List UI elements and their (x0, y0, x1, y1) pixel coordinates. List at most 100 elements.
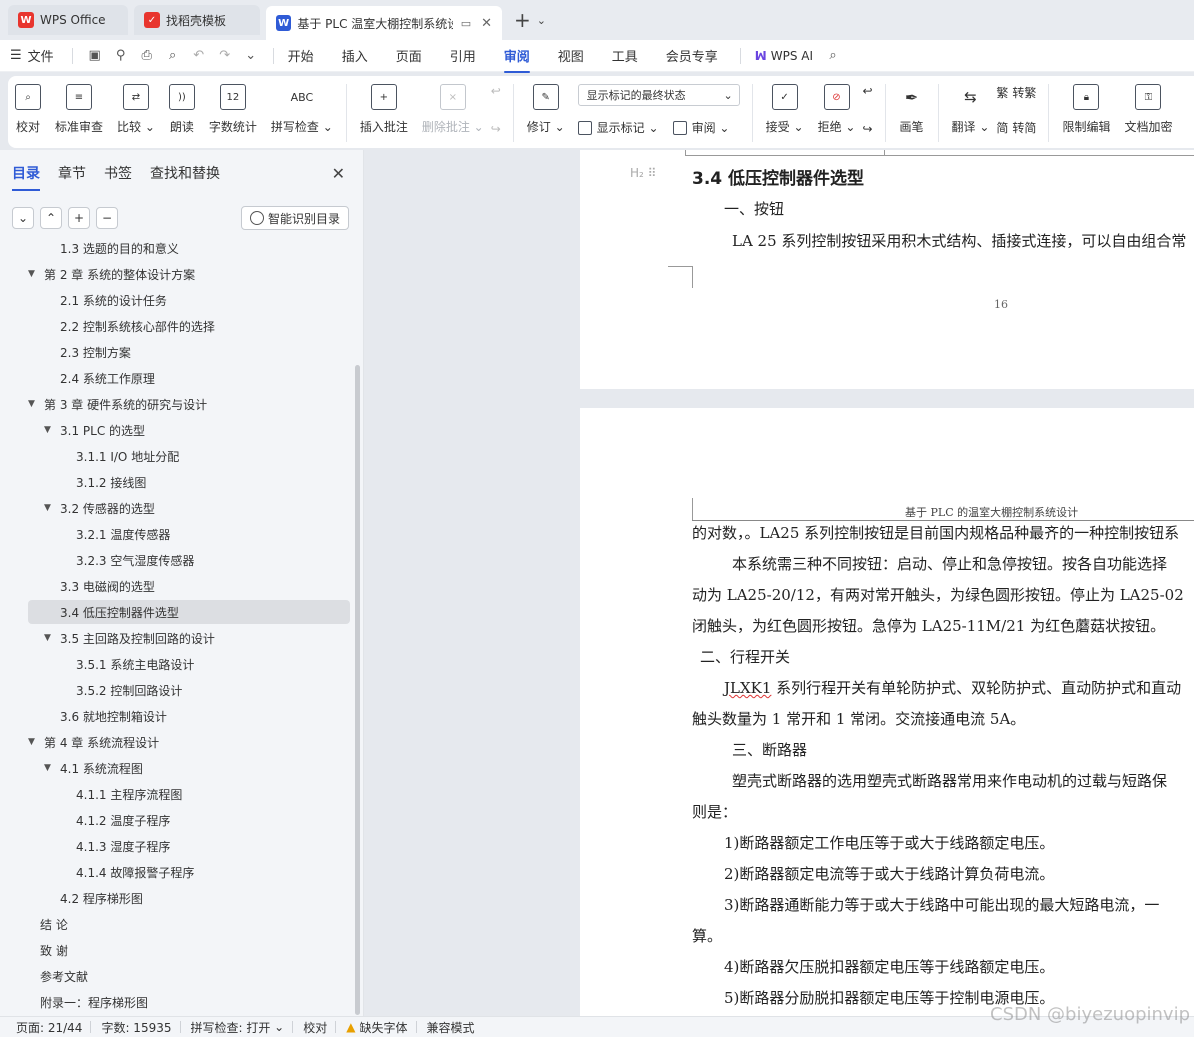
proof-indicator[interactable]: 校对 (303, 1019, 327, 1036)
reject-button[interactable]: ⊘ 拒绝 ⌄ (818, 84, 855, 135)
to-simplified-button[interactable]: 简 转简 (996, 119, 1036, 136)
toc-item[interactable]: 4.1.2 温度子程序 (28, 808, 350, 832)
word-count-button[interactable]: 12 字数统计 (209, 84, 257, 135)
chevron-down-icon[interactable]: ▼ (44, 763, 60, 773)
smart-toc-button[interactable]: 智能识别目录 (240, 206, 349, 230)
tab-current-document[interactable]: W 基于 PLC 温室大棚控制系统设 ▭ ✕ (266, 6, 502, 40)
insert-comment-button[interactable]: + 插入批注 (360, 84, 408, 135)
revise-button[interactable]: ✎ 修订 ⌄ (527, 84, 565, 135)
close-icon[interactable]: ✕ (332, 164, 345, 183)
restrict-edit-button[interactable]: 🔒︎ 限制编辑 (1062, 84, 1110, 135)
toc-item[interactable]: 2.4 系统工作原理 (28, 366, 350, 390)
proof-button[interactable]: ⌕ 校对 (15, 84, 41, 135)
compare-button[interactable]: ⇄ 比较 ⌄ (117, 84, 155, 135)
print-preview-icon[interactable]: ⌕ (165, 48, 181, 63)
save-icon[interactable]: ▣ (87, 48, 103, 63)
toc-item[interactable]: 参考文献 (28, 964, 350, 988)
toc-item[interactable]: ▼ 第 4 章 系统流程设计 (28, 730, 350, 754)
chevron-down-icon[interactable]: ▼ (44, 633, 60, 643)
missing-font-indicator[interactable]: ▲ 缺失字体 (346, 1019, 407, 1036)
tab-page[interactable]: 页面 (396, 46, 422, 65)
toc-item[interactable]: 结 论 (28, 912, 350, 936)
toc-item[interactable]: 1.3 选题的目的和意义 (28, 240, 350, 260)
pen-button[interactable]: ✒ 画笔 (899, 84, 925, 135)
toc-item[interactable]: ▼ 第 2 章 系统的整体设计方案 (28, 262, 350, 286)
spell-check-indicator[interactable]: 拼写检查: 打开 ⌄ (191, 1019, 285, 1036)
review-pane-button[interactable]: 审阅 ⌄ (672, 119, 729, 136)
toc-scrollbar[interactable] (355, 365, 360, 1015)
toc-item[interactable]: ▼ 第 3 章 硬件系统的研究与设计 (28, 392, 350, 416)
pin-icon[interactable]: ⚲ (113, 48, 129, 63)
nav-tab-sections[interactable]: 章节 (58, 163, 86, 183)
word-count-indicator[interactable]: 字数: 15935 (101, 1019, 171, 1036)
delete-comment-button[interactable]: × 删除批注 ⌄ (422, 84, 484, 135)
toc-item[interactable]: 附录一：程序梯形图 (28, 990, 350, 1014)
nav-tab-bookmarks[interactable]: 书签 (104, 163, 132, 183)
toc-item[interactable]: 4.1.1 主程序流程图 (28, 782, 350, 806)
undo-icon[interactable]: ↶ (191, 48, 207, 63)
toc-item[interactable]: 2.2 控制系统核心部件的选择 (28, 314, 350, 338)
toc-item[interactable]: 3.3 电磁阀的选型 (28, 574, 350, 598)
tab-insert[interactable]: 插入 (342, 46, 368, 65)
tab-member[interactable]: 会员专享 (666, 46, 718, 65)
redo-icon[interactable]: ↷ (217, 48, 233, 63)
toc-item[interactable]: 3.5.1 系统主电路设计 (28, 652, 350, 676)
spell-check-button[interactable]: ABC 拼写检查 ⌄ (271, 84, 333, 135)
toc-item[interactable]: ▼ 3.1 PLC 的选型 (28, 418, 350, 442)
wps-ai-button[interactable]: ꟽ WPS AI (755, 49, 813, 63)
toc-item[interactable]: 致 谢 (28, 938, 350, 962)
to-traditional-button[interactable]: 繁 转繁 (996, 84, 1036, 101)
chevron-down-icon[interactable]: ▼ (28, 737, 44, 747)
toc-item[interactable]: 4.1.4 故障报警子程序 (28, 860, 350, 884)
next-change-icon[interactable]: ↪ (862, 122, 872, 136)
monitor-icon[interactable]: ▭ (461, 17, 471, 30)
accept-button[interactable]: ✓ 接受 ⌄ (766, 84, 804, 135)
read-aloud-button[interactable]: )) 朗读 (168, 84, 195, 135)
toc-item[interactable]: ▼ 3.2 传感器的选型 (28, 496, 350, 520)
heading-level-marker[interactable]: H₂ ⠿ (630, 166, 656, 180)
previous-comment-icon[interactable]: ↩ (491, 84, 501, 98)
add-heading-icon[interactable]: + (68, 207, 90, 229)
toc-item[interactable]: 4.1.3 湿度子程序 (28, 834, 350, 858)
search-icon[interactable]: ⌕ (825, 48, 841, 63)
chevron-down-icon[interactable]: ▼ (28, 269, 44, 279)
tab-home[interactable]: 开始 (288, 46, 314, 65)
page-indicator[interactable]: 页面: 21/44 (16, 1019, 82, 1036)
toc-item[interactable]: ▼ 4.1 系统流程图 (28, 756, 350, 780)
chevron-down-icon[interactable]: ▼ (28, 399, 44, 409)
document-canvas[interactable]: H₂ ⠿ 3.4 低压控制器件选型 一、按钮 LA 25 系列控制按钮采用积木式… (365, 150, 1194, 1016)
tab-docer-templates[interactable]: ✓ 找稻壳模板 (134, 5, 260, 35)
toc-item[interactable]: 3.6 就地控制箱设计 (28, 704, 350, 728)
nav-tab-toc[interactable]: 目录 (12, 163, 40, 191)
toc-item[interactable]: 2.1 系统的设计任务 (28, 288, 350, 312)
close-icon[interactable]: ✕ (481, 16, 492, 31)
standard-review-button[interactable]: ≡ 标准审查 (55, 84, 103, 135)
previous-change-icon[interactable]: ↩ (862, 84, 872, 98)
expand-icon[interactable]: ⌄ (12, 207, 34, 229)
toc-item[interactable]: 3.2.1 温度传感器 (28, 522, 350, 546)
document-encrypt-button[interactable]: ⚿ 文档加密 (1124, 84, 1172, 135)
show-markup-button[interactable]: 显示标记 ⌄ (577, 119, 659, 136)
new-tab-icon[interactable]: + (514, 8, 531, 32)
tab-tools[interactable]: 工具 (612, 46, 638, 65)
toc-item[interactable]: 4.2 程序梯形图 (28, 886, 350, 910)
translate-button[interactable]: ⇆ 翻译 ⌄ (952, 84, 990, 135)
collapse-icon[interactable]: ⌃ (40, 207, 62, 229)
tab-references[interactable]: 引用 (450, 46, 476, 65)
print-icon[interactable]: ⎙ (139, 48, 155, 63)
toc-item[interactable]: 3.4 低压控制器件选型 (28, 600, 350, 624)
toc-item[interactable]: 3.1.1 I/O 地址分配 (28, 444, 350, 468)
toc-item[interactable]: 2.3 控制方案 (28, 340, 350, 364)
chevron-down-icon[interactable]: ⌄ (243, 48, 259, 63)
chevron-down-icon[interactable]: ⌄ (537, 14, 546, 27)
nav-tab-find-replace[interactable]: 查找和替换 (150, 163, 220, 183)
file-menu[interactable]: ☰ 文件 (10, 46, 54, 65)
tab-review[interactable]: 审阅 (503, 46, 530, 73)
toc-item[interactable]: 3.1.2 接线图 (28, 470, 350, 494)
tab-wps-office[interactable]: W WPS Office (8, 5, 128, 35)
chevron-down-icon[interactable]: ▼ (44, 425, 60, 435)
toc-item[interactable]: 3.2.3 空气湿度传感器 (28, 548, 350, 572)
markup-display-select[interactable]: 显示标记的最终状态 ⌄ (577, 84, 740, 106)
tab-view[interactable]: 视图 (558, 46, 584, 65)
chevron-down-icon[interactable]: ▼ (44, 503, 60, 513)
